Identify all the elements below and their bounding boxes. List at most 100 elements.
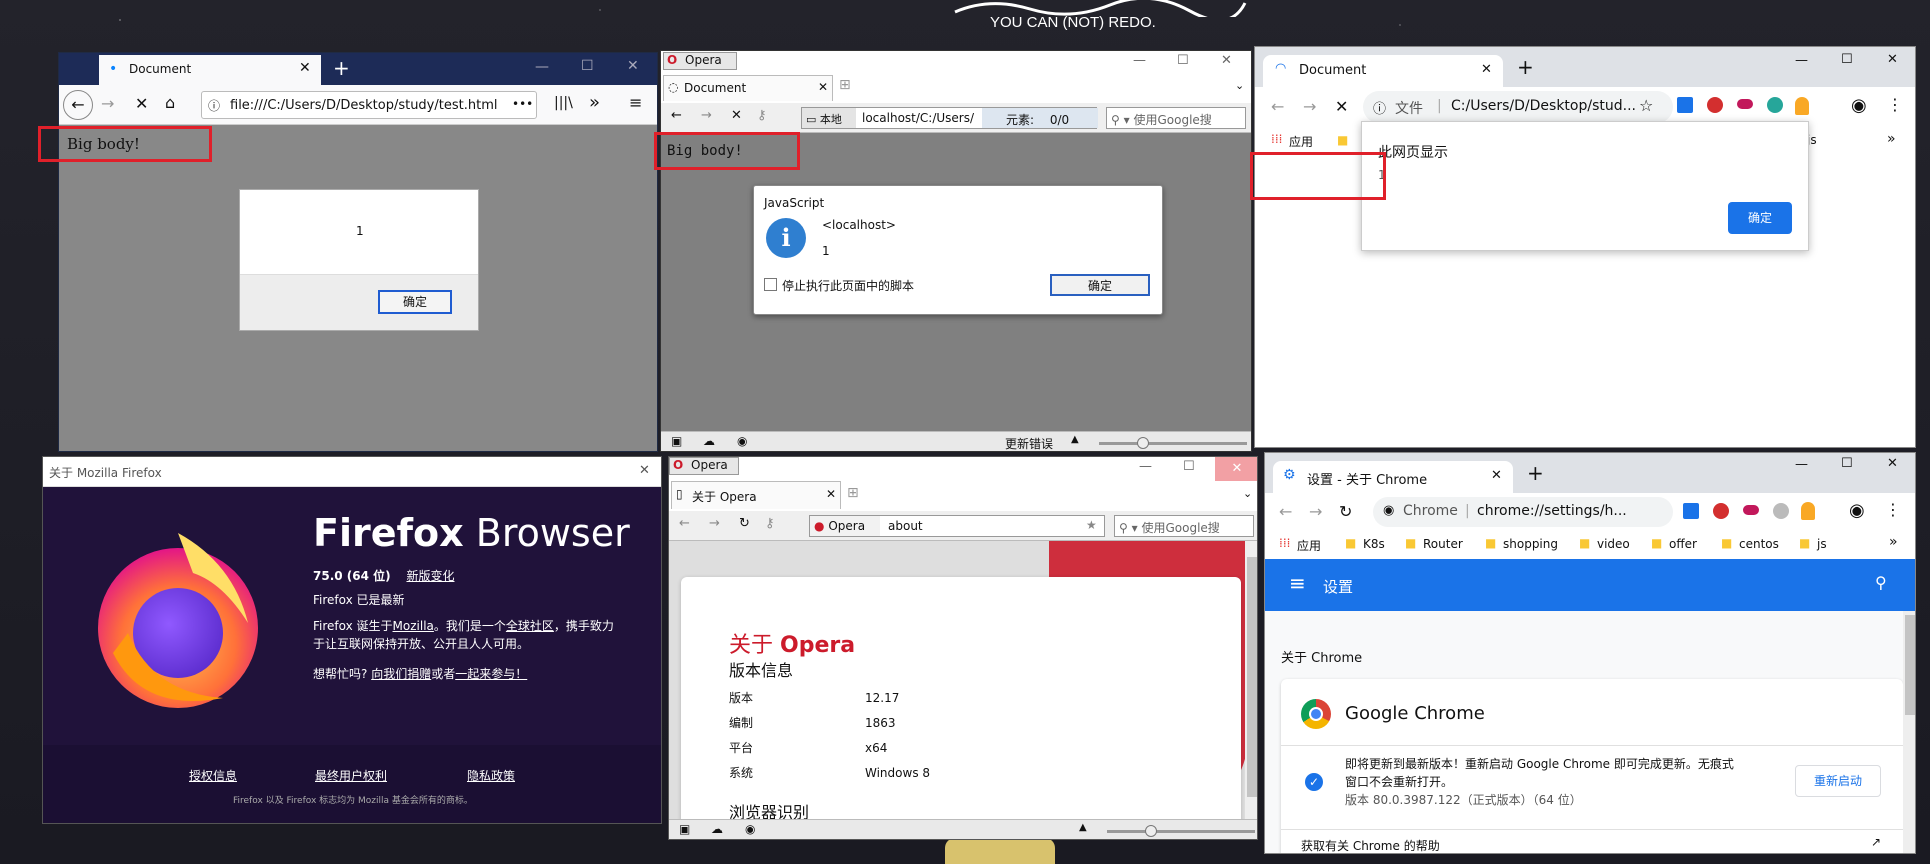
dialog-ok-button[interactable]: 确定 — [1728, 202, 1792, 234]
window-close-icon[interactable]: ✕ — [1221, 53, 1232, 68]
minimize-icon[interactable]: — — [1795, 457, 1808, 472]
zoom-slider[interactable] — [1099, 437, 1247, 449]
bookmark-offer[interactable]: offer — [1669, 537, 1697, 551]
mozilla-link[interactable]: Mozilla — [393, 619, 434, 633]
panel-toggle-icon[interactable]: ▣ — [679, 822, 690, 836]
window-close-icon[interactable]: ✕ — [627, 58, 639, 74]
close-icon[interactable]: ✕ — [1491, 468, 1502, 483]
zoom-slider-thumb[interactable] — [1137, 437, 1149, 449]
chrome-tab[interactable]: ⚙ 设置 - 关于 Chrome ✕ — [1273, 461, 1513, 493]
speed-dial-icon[interactable]: ◉ — [737, 434, 747, 448]
page-actions-icon[interactable]: ••• — [512, 97, 533, 111]
adblock-icon[interactable] — [1713, 503, 1729, 519]
bookmark-star-icon[interactable]: ☆ — [1639, 96, 1653, 115]
cloud-icon[interactable]: ☁ — [711, 822, 723, 836]
stop-scripts-checkbox[interactable] — [764, 278, 777, 291]
adblock-icon[interactable] — [1707, 97, 1723, 113]
window-close-icon[interactable]: ✕ — [639, 463, 650, 478]
chrome-omnibox[interactable]: ⓘ 文件 | C:/Users/D/Desktop/stud... — [1363, 91, 1673, 123]
chrome-url-text[interactable]: chrome://settings/h... — [1477, 503, 1627, 519]
zoom-slider[interactable] — [1107, 825, 1255, 837]
forward-icon[interactable]: → — [101, 94, 114, 113]
window-close-icon[interactable]: ✕ — [1215, 457, 1257, 481]
window-close-icon[interactable]: ✕ — [1887, 52, 1898, 67]
speed-dial-icon[interactable]: ◉ — [745, 822, 755, 836]
reload-icon[interactable]: ↻ — [739, 516, 750, 531]
back-icon[interactable]: ← — [671, 108, 682, 123]
external-link-icon[interactable]: ↗ — [1871, 835, 1881, 849]
minimize-icon[interactable]: — — [535, 59, 549, 75]
back-icon[interactable]: ← — [679, 516, 690, 531]
status-arrow-icon[interactable]: ▲ — [1079, 822, 1087, 833]
window-close-icon[interactable]: ✕ — [1887, 456, 1898, 471]
opera-url-text[interactable]: about — [888, 519, 923, 533]
scroll-thumb[interactable] — [1905, 615, 1915, 715]
minimize-icon[interactable]: — — [1795, 53, 1808, 68]
bookmark-js[interactable]: js — [1817, 537, 1827, 551]
panel-toggle-icon[interactable]: ▣ — [671, 434, 682, 448]
cloud-icon[interactable]: ☁ — [703, 434, 715, 448]
info-icon[interactable]: ⓘ — [208, 97, 220, 114]
vertical-scrollbar[interactable] — [1903, 611, 1915, 853]
bookmarks-overflow-icon[interactable]: » — [1887, 131, 1896, 147]
chrome-url-text[interactable]: C:/Users/D/Desktop/stud... — [1451, 98, 1636, 114]
new-tab-icon[interactable]: + — [1527, 461, 1544, 485]
status-arrow-icon[interactable]: ▲ — [1071, 434, 1079, 445]
extension-icon[interactable] — [1743, 505, 1759, 515]
stop-icon[interactable]: ✕ — [1335, 97, 1348, 116]
forward-icon[interactable]: → — [1303, 97, 1316, 116]
minimize-icon[interactable]: — — [1139, 459, 1152, 474]
opera-tab[interactable]: ◌ Document ✕ — [663, 75, 833, 101]
menu-kebab-icon[interactable]: ⋮ — [1887, 95, 1903, 114]
apps-icon[interactable]: ⁞⁞⁞ — [1279, 536, 1290, 550]
overflow-icon[interactable]: » — [589, 92, 600, 113]
profile-icon[interactable]: ◉ — [1849, 500, 1865, 521]
extension-icon[interactable] — [1767, 97, 1783, 113]
join-link[interactable]: 一起来参与！ — [455, 667, 527, 681]
extension-icon[interactable] — [1677, 97, 1693, 113]
dialog-ok-button[interactable]: 确定 — [1050, 274, 1150, 296]
forward-icon[interactable]: → — [701, 108, 712, 123]
close-icon[interactable]: ✕ — [1481, 62, 1492, 77]
bookmark-centos[interactable]: centos — [1739, 537, 1779, 551]
maximize-icon[interactable]: ☐ — [1841, 456, 1853, 471]
bookmark-shopping[interactable]: shopping — [1503, 537, 1558, 551]
privacy-link[interactable]: 隐私政策 — [467, 767, 515, 784]
close-icon[interactable]: ✕ — [826, 487, 836, 501]
forward-icon[interactable]: → — [709, 516, 720, 531]
eula-link[interactable]: 最终用户权利 — [315, 767, 387, 784]
new-tab-icon[interactable]: ⊞ — [847, 485, 859, 501]
extension-icon[interactable] — [1801, 502, 1815, 520]
license-link[interactable]: 授权信息 — [189, 767, 237, 784]
menu-kebab-icon[interactable]: ⋮ — [1885, 500, 1901, 519]
alert-ok-button[interactable]: 确定 — [378, 290, 452, 314]
stop-icon[interactable]: ✕ — [731, 108, 742, 123]
extension-icon[interactable] — [1773, 503, 1789, 519]
hamburger-icon[interactable]: ≡ — [1289, 571, 1306, 595]
update-error-status[interactable]: 更新错误 — [1005, 435, 1053, 451]
back-icon[interactable]: ← — [1279, 502, 1292, 521]
menu-icon[interactable]: ≡ — [629, 93, 642, 112]
maximize-icon[interactable]: ☐ — [1183, 459, 1195, 474]
donate-link[interactable]: 向我们捐赠 — [371, 667, 431, 681]
opera-address-bar[interactable]: ● Opera about ★ — [809, 515, 1105, 537]
stop-icon[interactable]: ✕ — [135, 94, 148, 113]
new-tab-icon[interactable]: + — [333, 56, 350, 80]
chrome-tab[interactable]: ◠ Document ✕ — [1263, 55, 1503, 87]
tab-list-icon[interactable]: ⌄ — [1243, 487, 1252, 500]
opera-address-bar[interactable]: ▭ 本地 localhost/C:/Users/ 元素: 0/0 — [801, 107, 1098, 129]
maximize-icon[interactable]: ☐ — [581, 58, 594, 74]
opera-url-text[interactable]: localhost/C:/Users/ — [862, 111, 974, 125]
bookmark-star-icon[interactable]: ★ — [1086, 518, 1097, 532]
vertical-scrollbar[interactable] — [1245, 541, 1257, 819]
help-link[interactable]: 获取有关 Chrome 的帮助 — [1301, 837, 1440, 853]
extension-icon[interactable] — [1683, 503, 1699, 519]
maximize-icon[interactable]: ☐ — [1177, 53, 1189, 68]
bookmark-video[interactable]: video — [1597, 537, 1630, 551]
zoom-slider-thumb[interactable] — [1145, 825, 1157, 837]
opera-search-box[interactable]: ⚲ ▾ 使用Google搜 — [1106, 107, 1246, 129]
bookmark-apps[interactable]: 应用 — [1297, 537, 1321, 554]
back-icon[interactable]: ← — [63, 90, 93, 120]
forward-icon[interactable]: → — [1309, 502, 1322, 521]
new-tab-icon[interactable]: + — [1517, 55, 1534, 79]
